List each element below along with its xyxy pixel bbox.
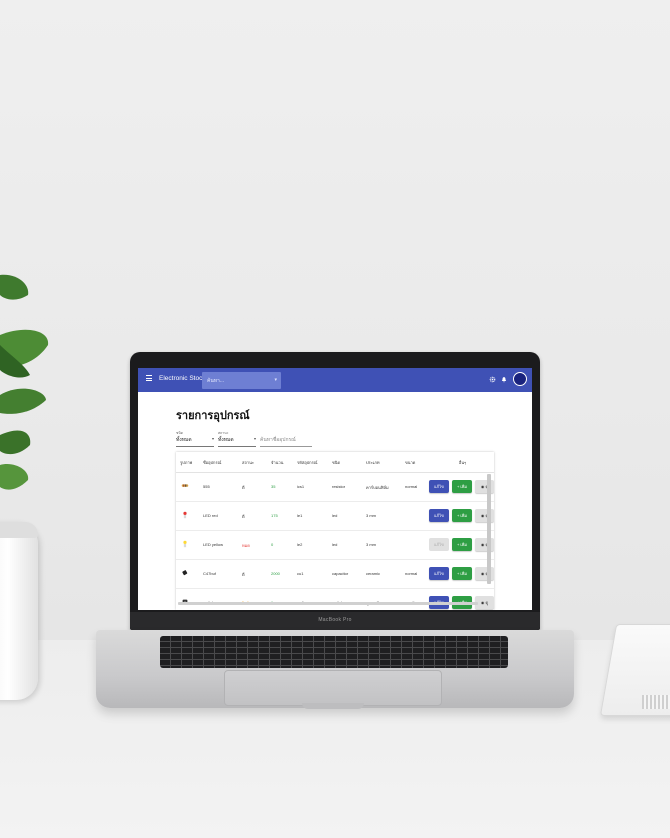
laptop-chin: MacBook Pro (130, 612, 540, 630)
row-quantity: 0 (271, 542, 274, 547)
view-button[interactable]: ◉ ดู (475, 538, 494, 551)
resistor-icon (181, 484, 189, 487)
name-search-field[interactable]: ค้นหาชื่ออุปกรณ์ (260, 430, 312, 447)
row-quantity: 175 (271, 513, 278, 518)
name-search-placeholder: ค้นหาชื่ออุปกรณ์ (260, 437, 296, 443)
led-yellow-icon (183, 540, 187, 548)
column-header[interactable]: ขนาด (405, 459, 415, 466)
add-stock-button[interactable]: + เพิ่ม (452, 480, 472, 493)
vertical-scrollbar[interactable] (487, 474, 491, 584)
view-button[interactable]: ◉ ดู (475, 480, 494, 493)
table-row[interactable]: LED red ดี 175 le1 led 3 mm แก้ไข + เพิ่ม ◉ ดู (176, 502, 494, 531)
column-header[interactable]: ประเภท (366, 459, 379, 466)
table-row[interactable]: 555 ดี 35 ics1 resistor คาร์บอนฟิล์ม normal แก้… (176, 473, 494, 502)
chevron-down-icon: ▾ (253, 436, 256, 441)
chevron-down-icon: ▾ (274, 377, 277, 383)
row-status: หมด (242, 543, 250, 548)
gear-icon[interactable] (489, 376, 496, 383)
row-name: C47buf (203, 571, 216, 576)
row-category: 3 mm (366, 542, 376, 547)
row-code: le1 (297, 513, 303, 518)
add-stock-button[interactable]: + เพิ่ม (452, 509, 472, 522)
row-type: led (332, 513, 338, 518)
row-quantity: 35 (271, 484, 276, 489)
plant-pot (0, 522, 38, 700)
type-filter-value: ทั้งหมด (176, 437, 192, 443)
app-bar: Electronic Stock ค้นหา... ▾ (138, 368, 532, 392)
row-status: ดี (242, 514, 245, 519)
edit-button[interactable]: แก้ไข (429, 567, 449, 580)
row-status: ดี (242, 572, 245, 577)
add-stock-button[interactable]: + เพิ่ม (452, 567, 472, 580)
row-type: capacitor (332, 571, 349, 576)
status-filter-value: ทั้งหมด (218, 437, 234, 443)
row-category: 3 mm (366, 513, 376, 518)
row-size: normal (405, 571, 418, 576)
notebook-spiral (642, 695, 670, 709)
search-input[interactable]: ค้นหา... ▾ (202, 372, 281, 389)
laptop-lid-notch (302, 703, 364, 709)
edit-button[interactable]: แก้ไข (429, 509, 449, 522)
row-code: le2 (297, 542, 303, 547)
row-size: normal (405, 484, 418, 489)
bell-icon[interactable] (501, 376, 507, 383)
page-title: รายการอุปกรณ์ (176, 410, 250, 422)
type-filter-select[interactable]: ชนิด ทั้งหมด ▾ (176, 430, 214, 447)
menu-icon[interactable] (146, 375, 152, 381)
row-code: ics1 (297, 484, 305, 489)
app-title: Electronic Stock (159, 375, 206, 382)
status-filter-select[interactable]: สถานะ ทั้งหมด ▾ (218, 430, 256, 447)
row-status: ดี (242, 485, 245, 490)
row-category: ceramic (366, 571, 381, 576)
laptop-keyboard (160, 636, 508, 668)
edit-button[interactable]: แก้ไข (429, 538, 449, 551)
view-button[interactable]: ◉ ดู (475, 567, 494, 580)
add-stock-button[interactable]: + เพิ่ม (452, 538, 472, 551)
laptop-model-label: MacBook Pro (318, 617, 352, 623)
led-red-icon (183, 511, 187, 519)
row-type: led (332, 542, 338, 547)
column-header: อื่นๆ (459, 460, 467, 465)
column-header[interactable]: รหัสอุปกรณ์ (297, 459, 317, 466)
row-code: cu1 (297, 571, 304, 576)
row-name: 555 (203, 484, 210, 489)
plant-leaves (0, 274, 49, 490)
laptop-screen: Electronic Stock ค้นหา... ▾ รายการอุปกรณ… (138, 368, 532, 610)
column-header[interactable]: จำนวน (271, 459, 283, 466)
table-row[interactable]: LED yellow หมด 0 le2 led 3 mm แก้ไข + เพิ่ม ◉ ดู (176, 531, 494, 560)
table-row[interactable]: C47buf ดี 2000 cu1 capacitor ceramic normal แก้… (176, 560, 494, 589)
components-table: รูปภาพ ชื่ออุปกรณ์ สถานะ จำนวน รหัสอุปกร… (176, 452, 494, 610)
plant-pot-rim (0, 522, 38, 538)
row-category: คาร์บอนฟิล์ม (366, 485, 389, 490)
row-type: resistor (332, 484, 346, 489)
column-header[interactable]: ชนิด (332, 459, 340, 466)
column-header[interactable]: สถานะ (242, 459, 254, 466)
edit-button[interactable]: แก้ไข (429, 480, 449, 493)
view-button[interactable]: ◉ ดู (475, 509, 494, 522)
horizontal-scrollbar[interactable] (178, 602, 478, 605)
column-header[interactable]: รูปภาพ (180, 459, 192, 466)
laptop-trackpad (224, 670, 442, 706)
search-placeholder: ค้นหา... (207, 378, 225, 384)
row-quantity: 2000 (271, 571, 280, 576)
table-header: รูปภาพ ชื่ออุปกรณ์ สถานะ จำนวน รหัสอุปกร… (176, 452, 494, 473)
row-name: LED yellow (203, 542, 224, 547)
avatar[interactable] (513, 372, 527, 386)
column-header[interactable]: ชื่ออุปกรณ์ (203, 459, 221, 466)
row-name: LED red (203, 513, 218, 518)
chevron-down-icon: ▾ (211, 436, 214, 441)
capacitor-icon (182, 570, 188, 576)
table-row[interactable]: switchใกล้หมด1sw1switchปุ่มกดสี่ขาsmallแ… (176, 589, 494, 610)
